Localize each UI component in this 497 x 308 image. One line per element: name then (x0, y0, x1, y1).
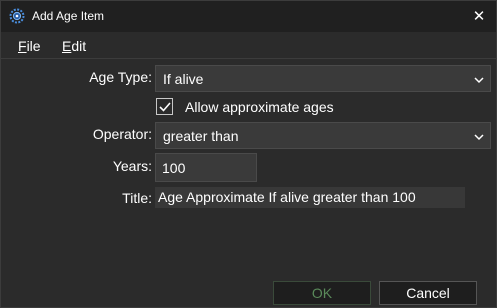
years-label: Years: (112, 158, 152, 174)
title-label: Title: (122, 190, 152, 206)
age-type-value: If alive (163, 71, 204, 87)
title-value: Age Approximate If alive greater than 10… (158, 189, 416, 205)
allow-approx-label: Allow approximate ages (185, 99, 334, 115)
years-value: 100 (162, 160, 186, 176)
dialog-window: Add Age Item ✕ File Edit Age Type: If al… (0, 0, 497, 308)
menu-bar: File Edit (1, 32, 496, 59)
age-type-label: Age Type: (89, 69, 152, 85)
close-button[interactable]: ✕ (462, 1, 496, 32)
title-bar: Add Age Item ✕ (1, 1, 496, 32)
ok-button[interactable]: OK (273, 281, 371, 305)
menu-edit[interactable]: Edit (62, 38, 86, 54)
operator-select[interactable]: greater than (155, 122, 491, 149)
close-icon: ✕ (472, 8, 486, 25)
operator-label: Operator: (92, 126, 152, 142)
menu-edit-label: dit (71, 38, 87, 54)
chevron-down-icon (473, 73, 485, 85)
allow-approx-checkbox[interactable] (156, 98, 173, 115)
menu-file[interactable]: File (18, 38, 41, 54)
operator-value: greater than (163, 128, 239, 144)
cancel-button[interactable]: Cancel (379, 281, 477, 305)
window-title: Add Age Item (32, 9, 105, 23)
app-gear-icon (9, 8, 25, 24)
chevron-down-icon (473, 130, 485, 142)
age-type-select[interactable]: If alive (155, 65, 491, 92)
menu-file-accelerator: F (18, 38, 27, 54)
menu-edit-accelerator: E (62, 38, 72, 54)
title-display: Age Approximate If alive greater than 10… (155, 187, 465, 208)
years-input[interactable]: 100 (155, 153, 257, 182)
checkmark-icon (159, 102, 171, 112)
menu-file-label: ile (26, 38, 41, 54)
